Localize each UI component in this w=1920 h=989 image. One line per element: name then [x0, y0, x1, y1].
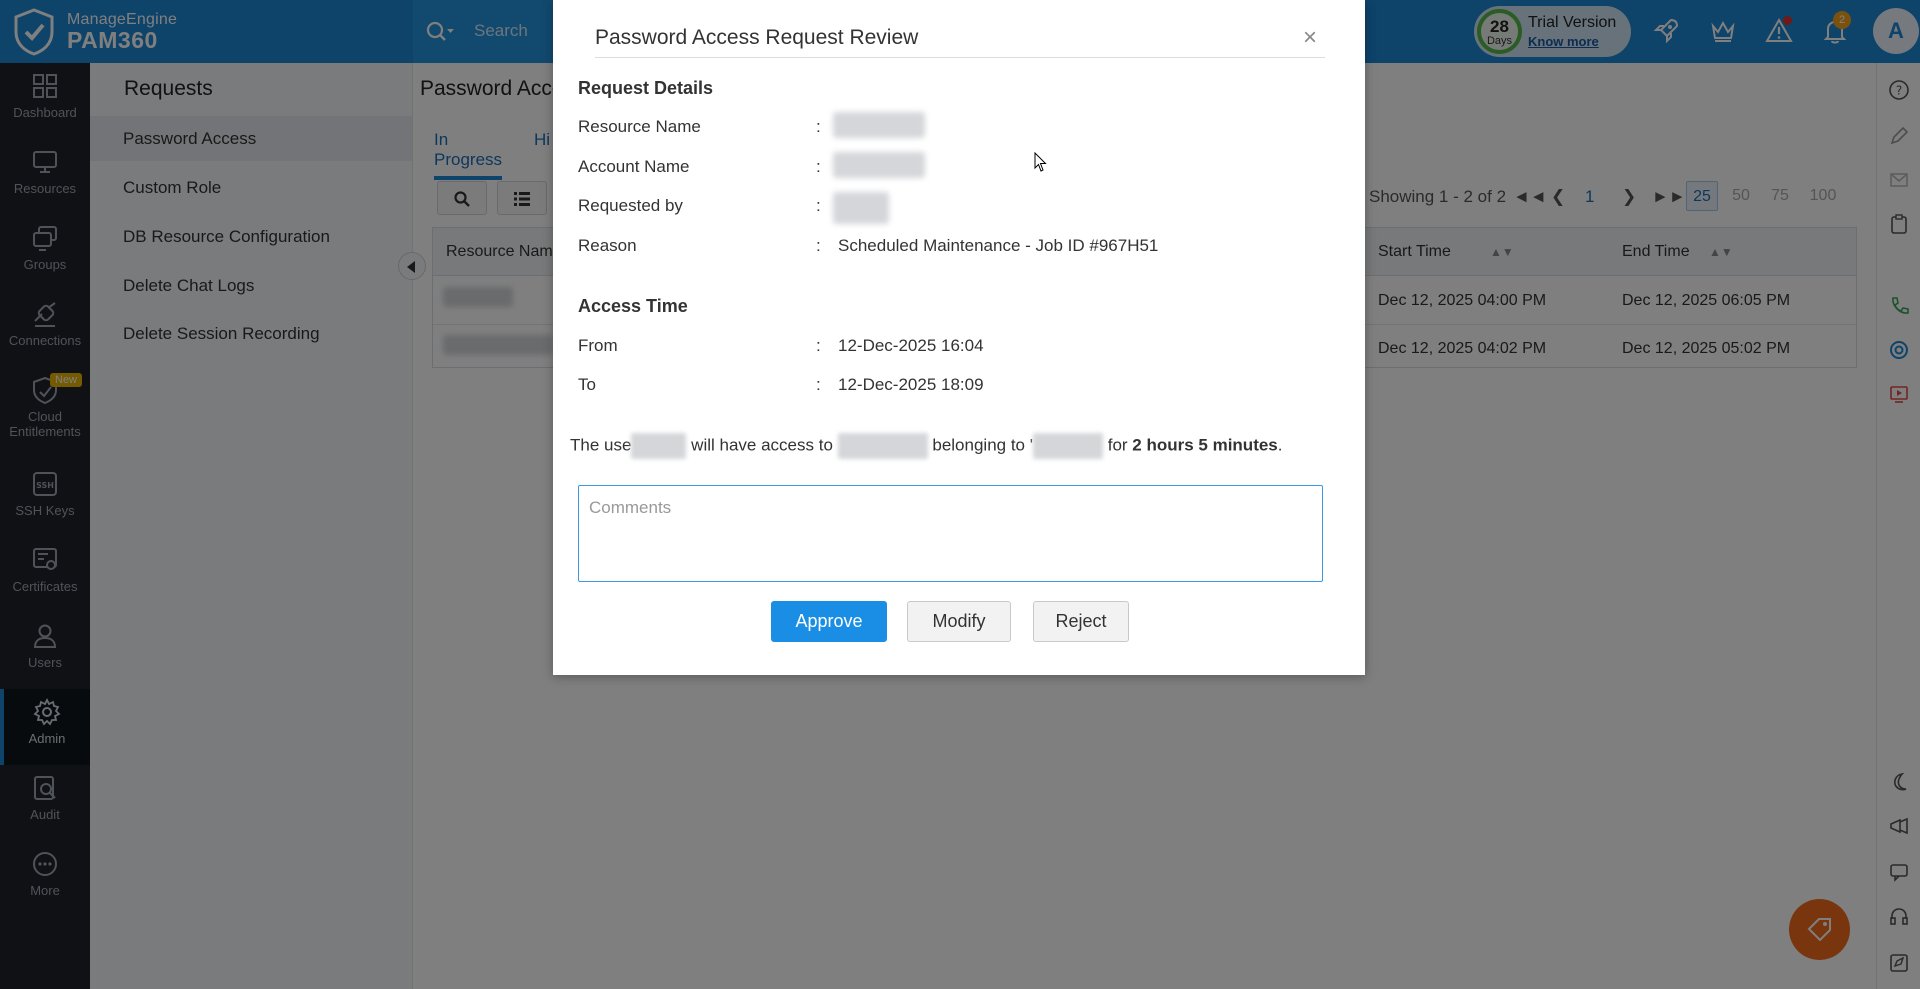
summary-text: belonging to ': [932, 435, 1033, 455]
account-name-label: Account Name: [578, 157, 690, 176]
approve-button[interactable]: Approve: [771, 601, 887, 642]
access-time-heading: Access Time: [578, 296, 688, 316]
summary-text: will have access to: [691, 435, 833, 455]
redacted-resource-value: [833, 112, 925, 138]
colon: :: [816, 117, 821, 136]
colon: :: [816, 157, 821, 176]
resource-name-label: Resource Name: [578, 117, 701, 136]
to-value: 12-Dec-2025 18:09: [838, 375, 984, 394]
summary-text: for: [1107, 435, 1133, 455]
to-label: To: [578, 375, 596, 394]
colon: :: [816, 375, 821, 394]
redacted-requester-value: [833, 192, 889, 224]
redacted-account-value: [833, 152, 925, 178]
modify-button[interactable]: Modify: [907, 601, 1011, 642]
summary-text: The use: [570, 435, 632, 455]
reason-value: Scheduled Maintenance - Job ID #967H51: [838, 236, 1159, 255]
redacted-resource: [1032, 433, 1103, 459]
request-details-heading: Request Details: [578, 78, 714, 98]
mouse-cursor-icon: [1034, 152, 1047, 172]
requested-by-label: Requested by: [578, 196, 683, 215]
dialog-title: Password Access Request Review: [595, 26, 919, 49]
from-label: From: [578, 336, 618, 355]
password-access-review-dialog: Password Access Request Review × Request…: [553, 0, 1365, 675]
comments-field[interactable]: [578, 485, 1323, 582]
close-icon[interactable]: ×: [1303, 24, 1317, 52]
title-divider: [595, 57, 1325, 58]
reject-button[interactable]: Reject: [1033, 601, 1129, 642]
summary-duration: 2 hours 5 minutes: [1132, 435, 1278, 455]
colon: :: [816, 196, 821, 215]
redacted-user: [631, 433, 687, 459]
colon: :: [816, 336, 821, 355]
colon: :: [816, 236, 821, 255]
reason-label: Reason: [578, 236, 637, 255]
from-value: 12-Dec-2025 16:04: [838, 336, 984, 355]
access-summary: The use will have access to belonging to…: [570, 433, 1283, 459]
redacted-account: [837, 433, 928, 459]
summary-text: .: [1277, 435, 1283, 455]
